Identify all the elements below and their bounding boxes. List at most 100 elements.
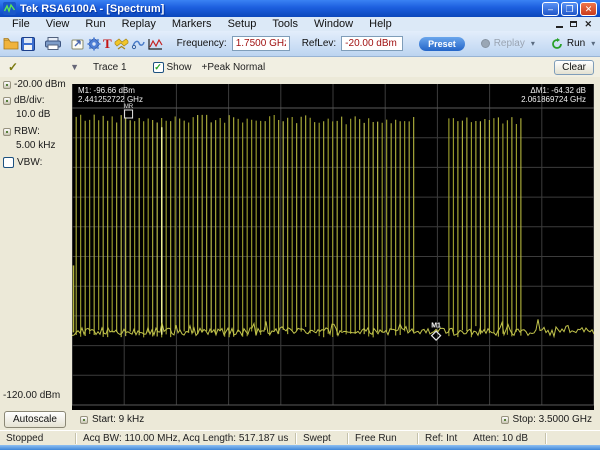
status-run-state: Stopped [6,432,44,444]
mdi-restore-icon[interactable] [570,21,578,27]
mdi-close-icon[interactable]: ✕ [584,19,592,29]
app-window: Tek RSA6100A - [Spectrum] – ❐ ✕ File Vie… [0,0,600,450]
frequency-axis-row: Autoscale Start: 9 kHz Stop: 3.5000 GHz [0,410,600,430]
marker-m1-readout: M1: -96.66 dBm 2.441252722 GHz [78,86,143,104]
run-label: Run [566,38,586,49]
menu-tools[interactable]: Tools [264,18,306,30]
replay-button[interactable]: Replay ▾ [480,38,537,49]
rbw-control[interactable]: RBW: [3,126,40,137]
open-file-button[interactable] [3,34,19,54]
trace-enabled-check-icon[interactable]: ✓ [8,60,18,74]
menu-file[interactable]: File [4,18,38,30]
window-bottom-border [0,445,600,450]
replay-dropdown-icon[interactable]: ▾ [529,39,537,48]
menu-window[interactable]: Window [306,18,361,30]
scale-value[interactable]: 10.0 dB [16,109,50,120]
run-button[interactable]: Run [551,37,586,50]
spectrum-trace-svg[interactable]: MR M1 [72,84,594,410]
trace-chevron-icon[interactable]: ▼ [70,62,79,72]
ref-level-control[interactable]: -20.00 dBm [3,79,66,90]
run-icon [551,37,562,49]
menu-markers[interactable]: Markers [164,18,220,30]
adjust-knob-icon[interactable] [500,415,509,424]
show-checkbox-group[interactable]: ✓ Show [152,61,192,73]
window-title: Tek RSA6100A - [Spectrum] [20,2,165,15]
adjust-knob-icon[interactable] [3,80,11,89]
save-floppy-icon [21,36,35,51]
status-separator [545,432,547,444]
analysis-chart-icon [148,38,163,50]
adjust-knob-icon[interactable] [3,127,11,136]
printer-icon [45,37,61,50]
main-area: -20.00 dBm dB/div: 10.0 dB RBW: 5.00 kHz… [0,77,600,410]
close-button[interactable]: ✕ [580,1,597,16]
ref-level-value[interactable]: -20.00 dBm [14,79,66,90]
stop-frequency-control[interactable]: Stop: 3.5000 GHz [500,414,593,425]
minimize-button[interactable]: – [542,1,559,16]
restore-button[interactable]: ❐ [561,1,578,16]
toolbar: T Frequency: RefLev: Preset [0,31,600,57]
marker-delta-freq: 2.061869724 GHz [521,95,586,104]
open-folder-icon [3,38,19,50]
text-display-button[interactable]: T [103,34,112,54]
adjust-knob-icon[interactable] [80,415,88,424]
vbw-label: VBW: [17,157,43,168]
export-button[interactable] [71,34,85,54]
rbw-value[interactable]: 5.00 kHz [16,140,55,151]
menu-view[interactable]: View [38,18,78,30]
show-checkbox[interactable]: ✓ [152,61,164,73]
spectrum-display[interactable]: MR M1 M1: -96.66 dBm 2.441252722 GHz ΔM1:… [72,84,594,410]
show-label: Show [166,61,192,73]
start-frequency-label[interactable]: Start: 9 kHz [92,414,144,425]
marker-m1-freq: 2.441252722 GHz [78,95,143,104]
menu-setup[interactable]: Setup [220,18,265,30]
trace-name[interactable]: Trace 1 [93,62,127,73]
print-button[interactable] [45,34,61,54]
menu-replay[interactable]: Replay [114,18,164,30]
marker-m1-level: M1: -96.66 dBm [78,86,135,95]
analysis-button[interactable] [148,34,163,54]
svg-text:M1: M1 [431,323,441,330]
start-frequency-control[interactable]: Start: 9 kHz [80,414,144,425]
vbw-checkbox[interactable] [3,157,14,168]
gear-icon [87,37,101,50]
replay-label: Replay [493,38,525,49]
detector-mode-label[interactable]: +Peak Normal [202,62,266,73]
menu-bar: File View Run Replay Markers Setup Tools… [0,17,600,31]
status-bar: Stopped Acq BW: 110.00 MHz, Acq Length: … [0,430,600,445]
amplitude-panel: -20.00 dBm dB/div: 10.0 dB RBW: 5.00 kHz… [0,77,72,410]
marker-delta-readout: ΔM1: -64.32 dB 2.061869724 GHz [521,86,586,104]
app-logo-icon [3,2,16,15]
menu-run[interactable]: Run [77,18,113,30]
rbw-label: RBW: [14,126,40,137]
stop-frequency-label[interactable]: Stop: 3.5000 GHz [513,414,593,425]
marker-delta-level: ΔM1: -64.32 dB [530,86,586,95]
reflev-input[interactable] [341,36,404,51]
menu-help[interactable]: Help [361,18,400,30]
status-acquisition: Acq BW: 110.00 MHz, Acq Length: 517.187 … [83,432,289,444]
trace-loop-icon [131,40,145,49]
trace-settings-bar: ✓ ▼ Trace 1 ✓ Show +Peak Normal Clear [0,57,600,77]
svg-text:MR: MR [124,104,134,110]
status-reference: Ref: Int [425,432,458,444]
scale-label: dB/div: [14,95,45,106]
autoscale-button[interactable]: Autoscale [4,411,66,428]
clear-button[interactable]: Clear [554,59,594,75]
adjust-knob-icon[interactable] [3,96,11,105]
mdi-minimize-icon[interactable] [556,21,564,28]
bottom-level-label: -120.00 dBm [3,390,61,401]
trace-overlay-button[interactable] [131,34,146,54]
export-arrow-icon [71,39,84,50]
settings-button[interactable] [87,34,101,54]
preset-button[interactable]: Preset [419,36,465,51]
frequency-label: Frequency: [176,38,227,49]
status-attenuation: Atten: 10 dB [473,432,529,444]
frequency-input[interactable] [231,36,290,51]
status-sweep-mode: Swept [303,432,331,444]
scale-control[interactable]: dB/div: [3,95,45,106]
title-bar[interactable]: Tek RSA6100A - [Spectrum] – ❐ ✕ [0,0,600,17]
vbw-control[interactable]: VBW: [3,157,42,168]
run-dropdown-icon[interactable]: ▾ [589,39,597,48]
save-button[interactable] [21,34,35,54]
peak-markers-button[interactable] [114,34,129,54]
